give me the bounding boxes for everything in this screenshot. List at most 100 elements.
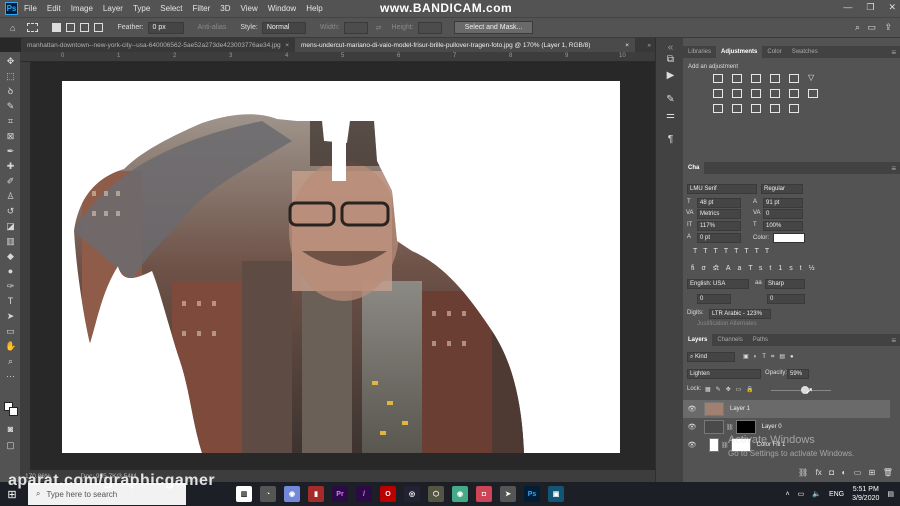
color-lookup-icon[interactable]: [808, 89, 818, 98]
share-icon[interactable]: ⇪: [884, 22, 892, 33]
tabs-overflow-icon[interactable]: »: [647, 42, 651, 49]
clock[interactable]: 5:51 PM 3/9/2020: [852, 485, 879, 503]
tab-character[interactable]: Cha: [683, 162, 705, 174]
layer-name[interactable]: Layer 0: [762, 424, 782, 430]
opacity-input[interactable]: 59%: [787, 369, 809, 379]
new-group-icon[interactable]: ▭: [854, 468, 862, 477]
marquee-tool-icon[interactable]: ⬚: [5, 71, 16, 82]
lasso-tool-icon[interactable]: ꝺ: [5, 86, 16, 97]
tab-layers[interactable]: Layers: [683, 334, 713, 346]
search-icon[interactable]: ⌕: [855, 22, 860, 33]
quick-selection-icon[interactable]: ✎: [5, 101, 16, 112]
tab-mens-undercut[interactable]: mens-undercut-mariano-di-vaio-model-fris…: [295, 38, 635, 52]
tab-channels[interactable]: Channels: [712, 334, 747, 346]
brush-tool-icon[interactable]: ✐: [5, 176, 16, 187]
vertical-scale-input[interactable]: 117%: [697, 221, 741, 231]
tab-manhattan[interactable]: manhattan-downtown--new-york-city--usa-6…: [21, 38, 295, 52]
healing-brush-icon[interactable]: ✚: [5, 161, 16, 172]
lock-icons[interactable]: ▦✎✥▭🔒: [705, 386, 759, 393]
eyedropper-icon[interactable]: ✒: [5, 146, 16, 157]
type-style-buttons[interactable]: TTTTTTTT: [693, 248, 775, 255]
height-input[interactable]: [417, 21, 442, 34]
gradient-map-icon[interactable]: [770, 104, 780, 113]
chrome-icon[interactable]: ◉: [452, 486, 468, 502]
type-tool-icon[interactable]: T: [5, 296, 16, 307]
feather-input[interactable]: 0 px: [147, 21, 184, 34]
menu-layer[interactable]: Layer: [103, 4, 123, 13]
history-brush-icon[interactable]: ↺: [5, 206, 16, 217]
invert-icon[interactable]: [713, 104, 723, 113]
adjustment-layer-icon[interactable]: ◐: [841, 468, 846, 477]
vibrance-icon[interactable]: [789, 74, 799, 83]
indent-b-input[interactable]: 0: [767, 294, 805, 304]
dodge-tool-icon[interactable]: ●: [5, 266, 16, 277]
clone-stamp-icon[interactable]: ♙: [5, 191, 16, 202]
kerning-select[interactable]: Metrics: [697, 209, 741, 219]
document-canvas[interactable]: [62, 81, 620, 453]
history-panel-icon[interactable]: ⧉: [665, 54, 676, 65]
app-icon-red[interactable]: ▮: [308, 486, 324, 502]
zoom-tool-icon[interactable]: ⌕: [5, 356, 16, 367]
delete-layer-icon[interactable]: 🗑: [883, 468, 893, 477]
tray-battery-icon[interactable]: ▭: [798, 490, 805, 498]
frame-tool-icon[interactable]: ⊠: [5, 131, 16, 142]
baseline-shift-input[interactable]: 0 pt: [697, 233, 741, 243]
width-input[interactable]: [343, 21, 368, 34]
layer-filter-select[interactable]: ⌕ Kind: [687, 352, 735, 362]
photoshop-taskbar-icon[interactable]: Ps: [524, 486, 540, 502]
tray-up-icon[interactable]: ˄: [786, 491, 790, 498]
indent-a-input[interactable]: 0: [697, 294, 731, 304]
intersect-selection-icon[interactable]: [94, 23, 104, 32]
maximize-icon[interactable]: ❐: [866, 2, 874, 13]
menu-select[interactable]: Select: [160, 4, 182, 13]
layer-name[interactable]: Layer 1: [730, 406, 750, 412]
minimize-icon[interactable]: —: [843, 2, 852, 13]
horizontal-scale-input[interactable]: 100%: [763, 221, 803, 231]
panel-menu-icon[interactable]: ≡: [891, 164, 896, 173]
paragraph-panel-icon[interactable]: ¶: [665, 134, 676, 145]
swap-icon[interactable]: ⇄: [376, 24, 382, 32]
tab-adjustments[interactable]: Adjustments: [716, 46, 763, 58]
menu-view[interactable]: View: [241, 4, 258, 13]
curves-icon[interactable]: [751, 74, 761, 83]
visibility-eye-icon[interactable]: 👁: [687, 441, 697, 449]
subtract-selection-icon[interactable]: [80, 23, 90, 32]
properties-panel-icon[interactable]: ⚌: [665, 110, 676, 121]
collapse-arrows-icon[interactable]: «: [665, 42, 676, 53]
font-family-select[interactable]: LMU Serif: [687, 184, 757, 194]
layer-row-layer-1[interactable]: 👁 Layer 1: [683, 400, 890, 418]
opentype-buttons[interactable]: ﬁσﬆAaTst1st½: [691, 264, 822, 272]
quick-mask-icon[interactable]: ◙: [5, 424, 16, 435]
rectangle-tool-icon[interactable]: ▭: [5, 326, 16, 337]
crop-tool-icon[interactable]: ⌗: [5, 116, 16, 127]
menu-image[interactable]: Image: [71, 4, 93, 13]
premiere-icon[interactable]: Pr: [332, 486, 348, 502]
visibility-eye-icon[interactable]: 👁: [687, 423, 697, 431]
home-icon[interactable]: ⌂: [10, 23, 15, 33]
font-size-input[interactable]: 48 pt: [697, 198, 741, 208]
notifications-icon[interactable]: ▤: [887, 490, 894, 498]
path-selection-icon[interactable]: ➤: [5, 311, 16, 322]
photo-filter-icon[interactable]: [770, 89, 780, 98]
hue-saturation-icon[interactable]: [713, 89, 723, 98]
digits-select[interactable]: LTR Arabic - 123%: [709, 309, 771, 319]
antialias-select[interactable]: Sharp: [765, 279, 805, 289]
gradient-triangle-icon[interactable]: ▽: [808, 74, 818, 83]
tab-swatches[interactable]: Swatches: [787, 46, 823, 58]
actions-play-icon[interactable]: ▶: [665, 70, 676, 81]
threshold-icon[interactable]: [751, 104, 761, 113]
language-select[interactable]: English: USA: [687, 279, 749, 289]
tab-close-icon[interactable]: ×: [285, 42, 289, 49]
new-layer-icon[interactable]: ⊞: [869, 468, 876, 477]
select-and-mask-button[interactable]: Select and Mask...: [453, 21, 534, 34]
menu-file[interactable]: File: [24, 4, 37, 13]
tab-paths[interactable]: Paths: [748, 334, 773, 346]
pen-tool-icon[interactable]: ✑: [5, 281, 16, 292]
app-icon-hex[interactable]: ⬡: [428, 486, 444, 502]
black-white-icon[interactable]: [751, 89, 761, 98]
tab-libraries[interactable]: Libraries: [683, 46, 716, 58]
visibility-eye-icon[interactable]: 👁: [687, 405, 697, 413]
task-view-icon[interactable]: ▥: [236, 486, 252, 502]
leading-input[interactable]: 91 pt: [763, 198, 803, 208]
move-tool-icon[interactable]: ✥: [5, 56, 16, 67]
